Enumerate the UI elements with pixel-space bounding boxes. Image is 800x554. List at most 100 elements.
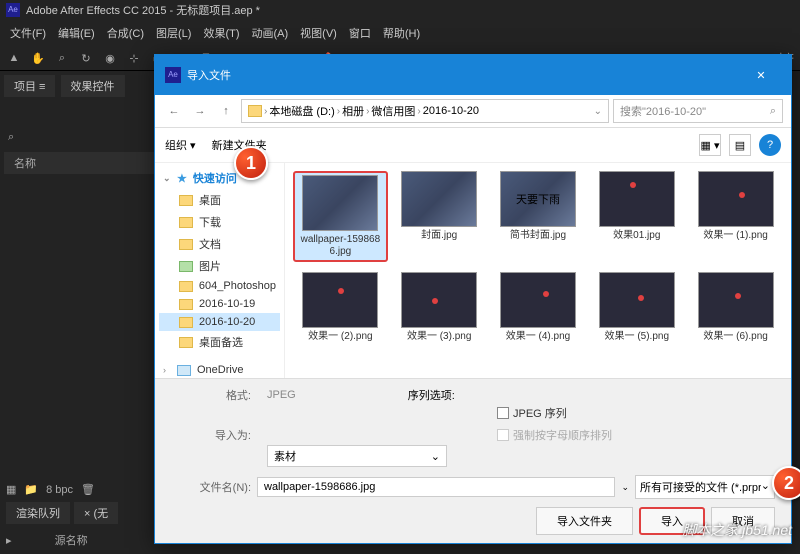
help-button[interactable]: ? [759, 134, 781, 156]
chevron-down-icon: ⌄ [431, 450, 440, 463]
watermark: 脚本之家 jb51.net [682, 520, 792, 540]
camera-tool-icon[interactable]: ◉ [102, 50, 118, 66]
import-as-label: 导入为: [171, 427, 251, 443]
close-icon: ✕ [756, 69, 765, 82]
file-label: 效果一 (1).png [703, 230, 767, 242]
render-queue-tab[interactable]: 渲染队列 [6, 502, 70, 524]
file-item-wallpaper[interactable]: wallpaper-1598686.jpg [293, 171, 388, 262]
menu-anim[interactable]: 动画(A) [248, 23, 293, 43]
sidebar-2016-10-20[interactable]: 2016-10-20 [159, 313, 280, 331]
file-label: 效果一 (6).png [703, 331, 767, 343]
name-column-header: 名称 [4, 152, 156, 174]
sidebar-downloads[interactable]: 下载 [159, 211, 280, 233]
format-label: 格式: [171, 387, 251, 403]
nav-back-button[interactable]: ← [163, 100, 185, 122]
sidebar-onedrive[interactable]: ›OneDrive [159, 361, 280, 378]
menu-file[interactable]: 文件(F) [6, 23, 50, 43]
anchor-tool-icon[interactable]: ⊹ [126, 50, 142, 66]
breadcrumb-album[interactable]: 相册 [342, 103, 364, 119]
search-input[interactable]: 搜索"2016-10-20" ⌕ [613, 99, 783, 123]
annotation-badge-2: 2 [772, 466, 800, 500]
nav-forward-button[interactable]: → [189, 100, 211, 122]
file-thumbnail [401, 272, 477, 328]
bpc-label[interactable]: 8 bpc [46, 484, 73, 496]
folder-icon [248, 105, 262, 117]
timeline-arrow-icon[interactable]: ▸ [6, 535, 12, 547]
ae-logo-icon: Ae [165, 67, 181, 83]
ae-title: Adobe After Effects CC 2015 - 无标题项目.aep … [26, 2, 260, 18]
untitled-comp-tab[interactable]: × (无 [74, 502, 118, 524]
sidebar-desktop[interactable]: 桌面 [159, 189, 280, 211]
file-item[interactable]: 天要下雨 简书封面.jpg [491, 171, 586, 262]
file-label: 封面.jpg [421, 230, 457, 242]
file-thumbnail: 天要下雨 [500, 171, 576, 227]
search-placeholder: 搜索"2016-10-20" [620, 103, 706, 119]
file-item[interactable]: 效果一 (6).png [688, 272, 783, 343]
file-thumbnail [302, 272, 378, 328]
hand-tool-icon[interactable]: ✋ [30, 50, 46, 66]
file-item[interactable]: 封面.jpg [392, 171, 487, 262]
file-item[interactable]: 效果一 (3).png [392, 272, 487, 343]
chevron-right-icon: › [366, 106, 369, 117]
zoom-tool-icon[interactable]: ⌕ [54, 50, 70, 66]
filetype-combo[interactable]: 所有可接受的文件 (*.prproj;*.a⌄ [635, 475, 775, 499]
sidebar-pictures[interactable]: 图片 [159, 255, 280, 277]
project-tab[interactable]: 项目 ≡ [4, 75, 55, 97]
filename-label: 文件名(N): [171, 479, 251, 495]
rotate-tool-icon[interactable]: ↻ [78, 50, 94, 66]
import-as-combo[interactable]: 素材⌄ [267, 445, 447, 467]
view-mode-button[interactable]: ▦ ▾ [699, 134, 721, 156]
file-label: 效果一 (5).png [605, 331, 669, 343]
menu-edit[interactable]: 编辑(E) [54, 23, 99, 43]
sidebar-documents[interactable]: 文档 [159, 233, 280, 255]
chevron-right-icon: › [417, 106, 420, 117]
file-label: 效果01.jpg [613, 230, 660, 242]
chevron-right-icon: › [337, 106, 340, 117]
import-folder-button[interactable]: 导入文件夹 [536, 507, 633, 535]
file-item[interactable]: 效果01.jpg [589, 171, 684, 262]
nav-up-button[interactable]: ↑ [215, 100, 237, 122]
preview-pane-button[interactable]: ▤ [729, 134, 751, 156]
chevron-down-icon[interactable]: ⌄ [594, 106, 602, 117]
file-item[interactable]: 效果一 (5).png [589, 272, 684, 343]
file-item[interactable]: 效果一 (2).png [293, 272, 388, 343]
menu-effect[interactable]: 效果(T) [199, 23, 243, 43]
file-thumbnail [500, 272, 576, 328]
file-item[interactable]: 效果一 (4).png [491, 272, 586, 343]
file-label: 效果一 (2).png [308, 331, 372, 343]
file-item[interactable]: 效果一 (1).png [688, 171, 783, 262]
sidebar-photoshop[interactable]: 604_Photoshop [159, 277, 280, 295]
filename-input[interactable] [257, 477, 615, 497]
dialog-body: ⌄★快速访问 桌面 下载 文档 图片 604_Photoshop 2016-10… [155, 163, 791, 378]
project-panel: 项目 ≡ 效果控件 ⌕ 名称 [0, 71, 160, 471]
file-label: wallpaper-1598686.jpg [297, 234, 383, 258]
breadcrumb-date[interactable]: 2016-10-20 [423, 105, 479, 117]
menu-layer[interactable]: 图层(L) [152, 23, 195, 43]
sidebar: ⌄★快速访问 桌面 下载 文档 图片 604_Photoshop 2016-10… [155, 163, 285, 378]
chevron-right-icon: › [264, 106, 267, 117]
sidebar-2016-10-19[interactable]: 2016-10-19 [159, 295, 280, 313]
annotation-badge-1: 1 [234, 146, 268, 180]
dialog-titlebar[interactable]: Ae 导入文件 ✕ [155, 55, 791, 95]
file-thumbnail [698, 272, 774, 328]
close-button[interactable]: ✕ [741, 63, 781, 87]
new-comp-icon[interactable]: ▦ [6, 483, 16, 496]
menu-view[interactable]: 视图(V) [296, 23, 341, 43]
source-name-label: 源名称 [55, 535, 88, 547]
menu-window[interactable]: 窗口 [345, 23, 375, 43]
selection-tool-icon[interactable]: ▲ [6, 50, 22, 66]
breadcrumb-drive[interactable]: 本地磁盘 (D:) [269, 103, 334, 119]
sidebar-desktop-backup[interactable]: 桌面备选 [159, 331, 280, 353]
new-folder-icon[interactable]: 📁 [24, 483, 38, 496]
jpeg-sequence-checkbox[interactable]: JPEG 序列 [497, 405, 567, 421]
chevron-down-icon[interactable]: ⌄ [621, 482, 629, 493]
breadcrumb[interactable]: › 本地磁盘 (D:) › 相册 › 微信用图 › 2016-10-20 ⌄ [241, 99, 609, 123]
organize-menu[interactable]: 组织 ▾ [165, 137, 196, 153]
delete-icon[interactable]: 🗑 [81, 483, 95, 496]
file-thumbnail [599, 171, 675, 227]
menu-help[interactable]: 帮助(H) [379, 23, 424, 43]
menu-comp[interactable]: 合成(C) [103, 23, 148, 43]
breadcrumb-wechat[interactable]: 微信用图 [371, 103, 415, 119]
project-search[interactable]: ⌕ [4, 127, 156, 148]
effects-tab[interactable]: 效果控件 [61, 75, 125, 97]
